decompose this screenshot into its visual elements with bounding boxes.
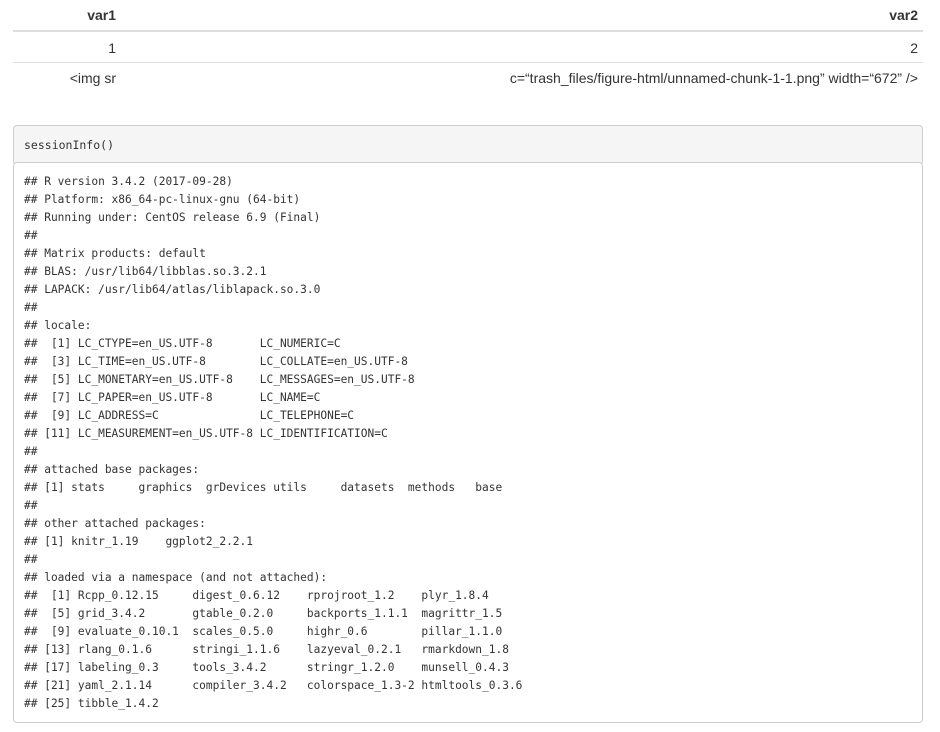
output-line: ## Platform: x86_64-pc-linux-gnu (64-bit… bbox=[24, 193, 301, 206]
output-line: ## bbox=[24, 445, 45, 458]
data-table: var1 var2 1 2 <img sr c=“trash_files/fig… bbox=[13, 0, 923, 95]
table-row: <img sr c=“trash_files/figure-html/unnam… bbox=[13, 63, 923, 95]
output-line: ## [7] LC_PAPER=en_US.UTF-8 LC_NAME=C bbox=[24, 391, 435, 404]
output-line: ## Matrix products: default bbox=[24, 247, 206, 260]
output-line: ## [1] Rcpp_0.12.15 digest_0.6.12 rprojr… bbox=[24, 589, 530, 602]
output-line: ## bbox=[24, 553, 45, 566]
output-line: ## Running under: CentOS release 6.9 (Fi… bbox=[24, 211, 321, 224]
code-block: sessionInfo() bbox=[13, 124, 923, 165]
table-header-row: var1 var2 bbox=[13, 0, 923, 32]
output-line: ## [25] tibble_1.4.2 bbox=[24, 697, 159, 710]
output-line: ## bbox=[24, 499, 45, 512]
output-line: ## [3] LC_TIME=en_US.UTF-8 LC_COLLATE=en… bbox=[24, 355, 435, 368]
output-line: ## [5] grid_3.4.2 gtable_0.2.0 backports… bbox=[24, 607, 530, 620]
output-line: ## loaded via a namespace (and not attac… bbox=[24, 571, 328, 584]
output-line: ## [1] stats graphics grDevices utils da… bbox=[24, 481, 536, 494]
output-line: ## bbox=[24, 229, 45, 242]
output-line: ## [1] knitr_1.19 ggplot2_2.2.1 bbox=[24, 535, 254, 548]
output-line: ## [11] LC_MEASUREMENT=en_US.UTF-8 LC_ID… bbox=[24, 427, 435, 440]
output-line: ## R version 3.4.2 (2017-09-28) bbox=[24, 175, 233, 188]
table-cell-var1: <img sr bbox=[69, 70, 116, 86]
output-line: ## [5] LC_MONETARY=en_US.UTF-8 LC_MESSAG… bbox=[24, 373, 435, 386]
output-line: ## LAPACK: /usr/lib64/atlas/liblapack.so… bbox=[24, 283, 321, 296]
output-line: ## attached base packages: bbox=[24, 463, 200, 476]
output-line: ## other attached packages: bbox=[24, 517, 206, 530]
table-row: 1 2 bbox=[13, 32, 923, 63]
output-line: ## [17] labeling_0.3 tools_3.4.2 stringr… bbox=[24, 661, 530, 674]
table-cell-var2: 2 bbox=[910, 40, 918, 56]
output-line: ## [1] LC_CTYPE=en_US.UTF-8 LC_NUMERIC=C bbox=[24, 337, 435, 350]
output-line: ## [13] rlang_0.1.6 stringi_1.1.6 lazyev… bbox=[24, 643, 530, 656]
output-line: ## [21] yaml_2.1.14 compiler_3.4.2 color… bbox=[24, 679, 530, 692]
header-var2: var2 bbox=[889, 7, 918, 23]
output-line: ## bbox=[24, 301, 45, 314]
output-line: ## [9] LC_ADDRESS=C LC_TELEPHONE=C bbox=[24, 409, 435, 422]
table-cell-var1: 1 bbox=[108, 40, 116, 56]
table-cell-var2: c=“trash_files/figure-html/unnamed-chunk… bbox=[509, 70, 918, 86]
output-line: ## [9] evaluate_0.10.1 scales_0.5.0 high… bbox=[24, 625, 530, 638]
header-var1: var1 bbox=[87, 7, 116, 23]
output-line: ## locale: bbox=[24, 319, 92, 332]
output-block: ## R version 3.4.2 (2017-09-28) ## Platfo… bbox=[13, 162, 923, 723]
output-line: ## BLAS: /usr/lib64/libblas.so.3.2.1 bbox=[24, 265, 267, 278]
